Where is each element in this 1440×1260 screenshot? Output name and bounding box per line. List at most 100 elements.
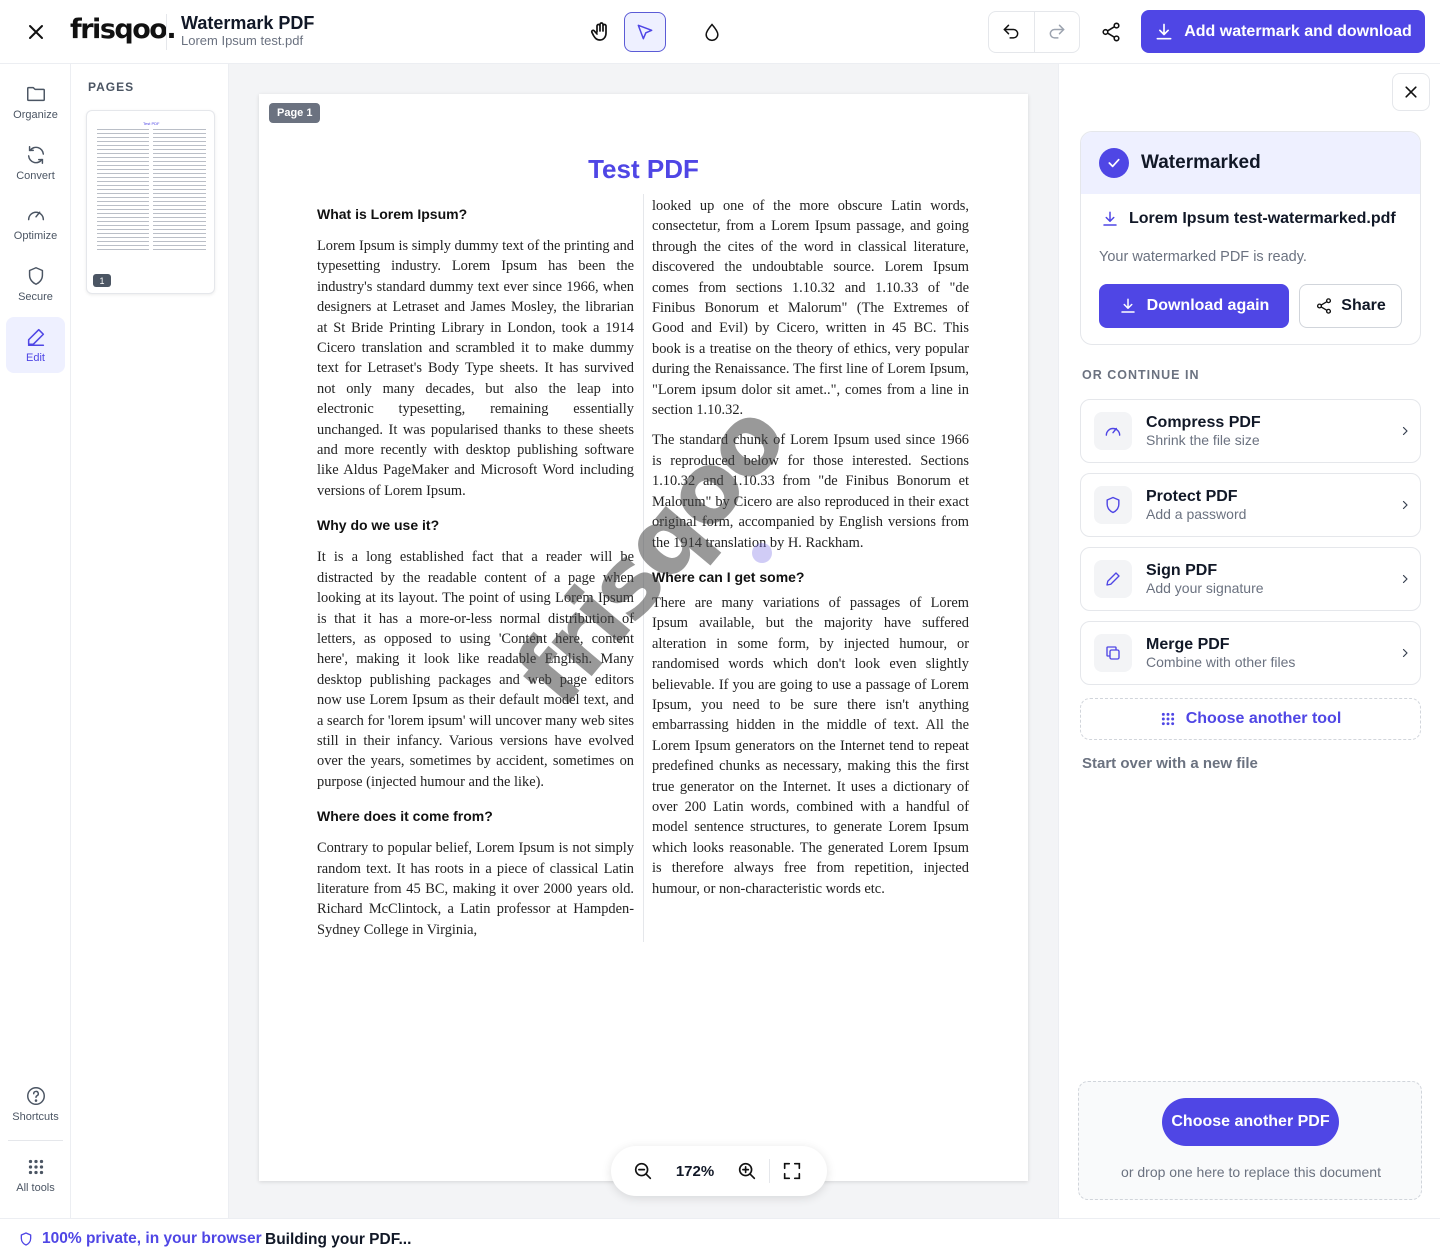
share-button[interactable]: Share <box>1299 284 1402 328</box>
share-top-button[interactable] <box>1090 12 1132 52</box>
column-divider <box>643 194 644 942</box>
tool-card-merge[interactable]: Merge PDF Combine with other files <box>1080 621 1421 685</box>
thumbnail-title: Test PDF <box>143 121 160 126</box>
select-tool-button[interactable] <box>624 12 666 52</box>
page-number-badge: 1 <box>93 274 111 287</box>
choose-another-tool-button[interactable]: Choose another tool <box>1080 698 1421 740</box>
zoom-toolbar: 172% <box>611 1146 827 1196</box>
close-icon <box>1405 86 1417 98</box>
tool-description: Shrink the file size <box>1146 432 1260 448</box>
pen-icon <box>1094 560 1132 598</box>
fullscreen-button[interactable] <box>772 1151 812 1191</box>
download-icon <box>1156 23 1172 40</box>
tool-description: Add your signature <box>1146 580 1264 596</box>
grid-icon <box>1161 712 1174 726</box>
tool-name: Sign PDF <box>1146 562 1218 579</box>
rail-item-all-tools[interactable]: All tools <box>6 1147 65 1203</box>
copy-icon <box>1094 634 1132 672</box>
tool-card-sign[interactable]: Sign PDF Add your signature <box>1080 547 1421 611</box>
download-icon <box>1120 298 1135 313</box>
rail-item-convert[interactable]: Convert <box>6 135 65 191</box>
choose-another-tool-label: Choose another tool <box>1185 710 1342 727</box>
download-again-label: Download again <box>1146 297 1270 314</box>
privacy-badge[interactable]: 100% private, in your browser <box>18 1230 262 1248</box>
right-panel: Watermarked Lorem Ipsum test-watermarked… <box>1058 64 1440 1218</box>
question-icon <box>26 1087 45 1105</box>
add-watermark-download-button[interactable]: Add watermark and download <box>1141 10 1425 53</box>
section-heading: Where does it come from? <box>317 808 493 825</box>
add-watermark-download-label: Add watermark and download <box>1184 22 1412 40</box>
output-filename: Lorem Ipsum test-watermarked.pdf <box>1129 210 1396 227</box>
rail-item-optimize[interactable]: Optimize <box>6 195 65 251</box>
pdf-page[interactable]: Page 1 Test PDF What is Lorem Ipsum? Lor… <box>259 94 1028 1181</box>
left-text-column: What is Lorem Ipsum? Lorem Ipsum is simp… <box>317 204 634 950</box>
tool-name: Protect PDF <box>1146 488 1238 505</box>
rail-item-secure[interactable]: Secure <box>6 256 65 312</box>
tool-name: Merge PDF <box>1146 636 1230 653</box>
download-icon <box>1103 211 1117 226</box>
rail-divider <box>8 1140 63 1141</box>
watermark-handle[interactable] <box>752 543 772 563</box>
file-drop-zone[interactable]: Choose another PDF or drop one here to r… <box>1078 1081 1422 1200</box>
redo-button[interactable] <box>1033 12 1079 52</box>
rail-item-label: Optimize <box>13 230 58 242</box>
zoom-in-icon <box>738 1162 756 1180</box>
section-text: It is a long established fact that a rea… <box>317 549 634 790</box>
ready-message: Your watermarked PDF is ready. <box>1099 249 1307 265</box>
pointer-icon <box>637 24 653 40</box>
document-filename: Lorem Ipsum test.pdf <box>181 33 304 48</box>
share-icon <box>1317 298 1332 314</box>
thumbnail-column-gap <box>149 129 153 253</box>
tool-card-compress[interactable]: Compress PDF Shrink the file size <box>1080 399 1421 463</box>
zoom-level[interactable]: 172% <box>663 1163 727 1180</box>
start-over-link[interactable]: Start over with a new file <box>1082 755 1258 772</box>
tool-description: Add a password <box>1146 506 1247 522</box>
zoom-out-icon <box>634 1162 652 1180</box>
section-text: looked up one of the more obscure Latin … <box>652 198 969 419</box>
tool-card-protect[interactable]: Protect PDF Add a password <box>1080 473 1421 537</box>
droplet-icon <box>705 23 719 42</box>
build-status: Building your PDF... <box>265 1231 412 1248</box>
rail-item-shortcuts[interactable]: Shortcuts <box>6 1076 65 1132</box>
zoom-divider <box>769 1159 770 1183</box>
chevron-right-icon <box>1390 647 1420 659</box>
rail-item-edit[interactable]: Edit <box>6 317 65 373</box>
document-canvas[interactable]: Page 1 Test PDF What is Lorem Ipsum? Lor… <box>229 64 1058 1218</box>
redo-icon <box>1049 24 1065 39</box>
rail-item-label: Shortcuts <box>12 1111 59 1123</box>
download-again-button[interactable]: Download again <box>1099 284 1289 328</box>
share-label: Share <box>1341 297 1386 314</box>
fullscreen-icon <box>783 1162 801 1180</box>
close-panel-button[interactable] <box>1392 73 1430 111</box>
pdf-title: Test PDF <box>588 154 699 184</box>
watermark-tool-button[interactable] <box>691 12 733 52</box>
choose-another-pdf-button[interactable]: Choose another PDF <box>1162 1098 1339 1146</box>
header-divider <box>166 14 167 50</box>
page-thumbnail[interactable]: Test PDF 1 <box>86 110 215 294</box>
zoom-out-button[interactable] <box>623 1151 663 1191</box>
right-text-column: looked up one of the more obscure Latin … <box>652 196 969 909</box>
chevron-right-icon <box>1390 425 1420 437</box>
close-icon[interactable] <box>20 16 52 48</box>
share-icon <box>1102 22 1120 42</box>
page-title: Watermark PDF <box>181 13 315 33</box>
section-text: Lorem Ipsum is simply dummy text of the … <box>317 238 634 499</box>
shield-icon <box>28 267 43 285</box>
hand-tool-button[interactable] <box>580 12 622 52</box>
undo-redo-group <box>988 11 1080 53</box>
refresh-icon <box>27 146 44 164</box>
output-file-link[interactable]: Lorem Ipsum test-watermarked.pdf <box>1101 210 1396 228</box>
check-icon <box>1099 148 1129 178</box>
shield-icon <box>20 1232 32 1246</box>
pages-panel-title: PAGES <box>88 80 135 94</box>
result-title: Watermarked <box>1141 152 1261 173</box>
rail-item-label: All tools <box>16 1182 55 1194</box>
undo-button[interactable] <box>989 12 1034 52</box>
rail-item-organize[interactable]: Organize <box>6 74 65 130</box>
zoom-in-button[interactable] <box>727 1151 767 1191</box>
grid-icon <box>28 1159 43 1175</box>
result-card: Watermarked Lorem Ipsum test-watermarked… <box>1080 131 1421 345</box>
undo-icon <box>1004 24 1019 39</box>
chevron-right-icon <box>1390 573 1420 585</box>
app-logo[interactable]: frisqoo. <box>70 14 177 45</box>
